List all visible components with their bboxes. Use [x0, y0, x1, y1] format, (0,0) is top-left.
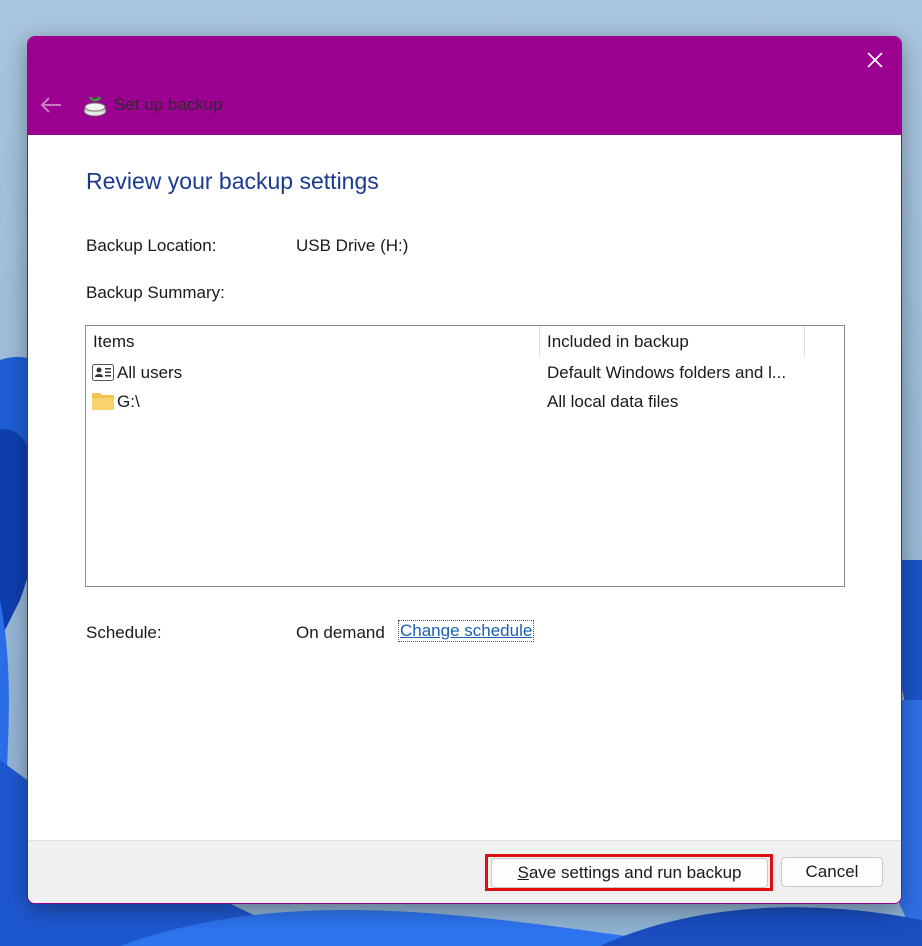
schedule-value: On demand [296, 623, 385, 642]
back-button[interactable] [37, 91, 65, 119]
column-separator[interactable] [804, 326, 805, 357]
row-item-name: All users [117, 363, 183, 382]
change-schedule-link[interactable]: Change schedule [397, 620, 535, 642]
dialog-title: Set up backup [114, 95, 223, 114]
title-bar: Set up backup [28, 37, 901, 135]
button-label: ave settings and run backup [528, 863, 742, 882]
row-item-name: G:\ [117, 392, 140, 411]
schedule-label: Schedule: [86, 623, 162, 642]
users-icon [92, 364, 114, 381]
column-header-items[interactable]: Items [86, 326, 540, 357]
back-arrow-icon [40, 97, 61, 113]
list-row-drive-g[interactable]: G:\ All local data files [86, 387, 844, 416]
save-and-run-backup-button[interactable]: Save settings and run backup [491, 858, 768, 888]
page-heading: Review your backup settings [86, 168, 379, 194]
backup-location-label: Backup Location: [86, 236, 217, 255]
backup-summary-list[interactable]: Items Included in backup All users Defau… [85, 325, 845, 587]
list-header: Items Included in backup [86, 326, 844, 357]
backup-wizard-icon [83, 96, 107, 117]
accelerator-key: S [517, 863, 529, 882]
setup-backup-dialog: Set up backup Review your backup setting… [27, 36, 902, 904]
backup-summary-label: Backup Summary: [86, 283, 225, 302]
close-button[interactable] [849, 37, 901, 83]
list-row-all-users[interactable]: All users Default Windows folders and l.… [86, 358, 844, 387]
column-header-included[interactable]: Included in backup [540, 326, 805, 357]
close-icon [867, 52, 883, 68]
folder-icon [92, 393, 114, 410]
dialog-footer: Save settings and run backup Cancel [28, 840, 901, 903]
cancel-button[interactable]: Cancel [781, 857, 883, 887]
backup-location-value: USB Drive (H:) [296, 236, 409, 255]
row-included: All local data files [547, 392, 679, 411]
row-included: Default Windows folders and l... [547, 363, 787, 382]
